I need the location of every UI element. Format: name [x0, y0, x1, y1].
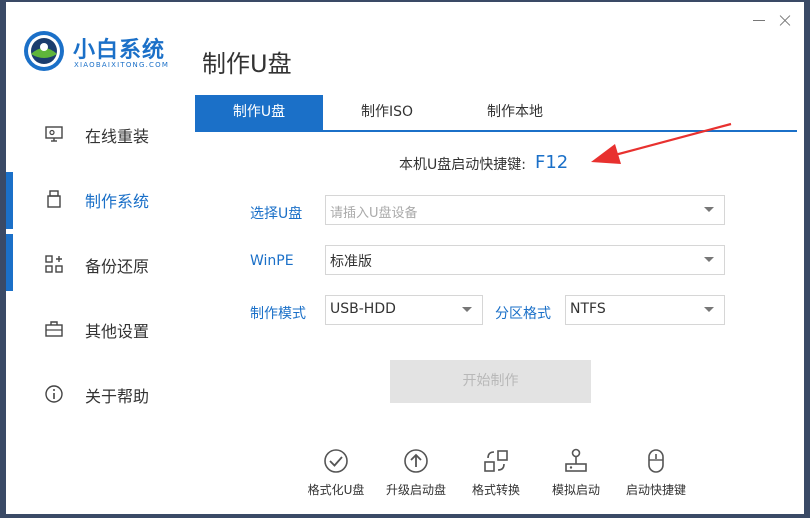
toolbox-icon	[45, 321, 63, 337]
partition-select[interactable]: NTFS	[565, 295, 725, 325]
sidebar-item-about-help[interactable]: 关于帮助	[6, 362, 186, 427]
winpe-select[interactable]: 标准版	[325, 245, 725, 275]
partition-label: 分区格式	[495, 306, 551, 322]
page-title: 制作U盘	[202, 50, 292, 78]
start-make-button[interactable]: 开始制作	[390, 360, 591, 403]
sidebar-item-label: 备份还原	[85, 257, 150, 276]
mouse-icon	[648, 449, 664, 473]
logo-title: 小白系统	[73, 38, 166, 63]
boot-hotkey-button[interactable]: 启动快捷键	[616, 447, 696, 498]
mode-select[interactable]: USB-HDD	[325, 295, 483, 325]
usb-select-label: 选择U盘	[250, 206, 303, 222]
sidebar-item-other-settings[interactable]: 其他设置	[6, 297, 186, 362]
simulate-boot-button[interactable]: 模拟启动	[536, 447, 616, 498]
chevron-down-icon	[704, 257, 714, 262]
tool-label: 格式化U盘	[307, 483, 365, 497]
tool-label: 模拟启动	[551, 483, 600, 497]
minimize-button[interactable]	[748, 10, 770, 30]
usb-drive-icon	[47, 190, 61, 208]
sidebar-item-label: 在线重装	[85, 127, 150, 146]
usb-device-placeholder: 请插入U盘设备	[330, 206, 418, 221]
tool-label: 启动快捷键	[625, 483, 686, 497]
tool-bar: 格式化U盘 升级启动盘 格式转换 模拟启动 启动快捷键	[296, 447, 716, 507]
hotkey-value: F12	[535, 152, 569, 173]
mode-value: USB-HDD	[330, 301, 396, 317]
backup-grid-icon	[45, 255, 63, 273]
sidebar-item-make-system[interactable]: 制作系统	[6, 167, 186, 232]
upgrade-boot-disk-button[interactable]: 升级启动盘	[376, 447, 456, 498]
sidebar-item-online-reinstall[interactable]: 在线重装	[6, 102, 186, 167]
info-icon	[45, 385, 63, 403]
tab-make-local[interactable]: 制作本地	[451, 95, 579, 130]
partition-value: NTFS	[570, 301, 606, 317]
logo-icon	[24, 31, 64, 71]
app-window: 小白系统 XIAOBAIXITONG.COM 制作U盘 在线重装 制作系统 备份…	[6, 2, 804, 514]
mode-label: 制作模式	[250, 306, 306, 322]
logo-subtitle: XIAOBAIXITONG.COM	[74, 61, 170, 69]
chevron-down-icon	[704, 307, 714, 312]
tool-label: 升级启动盘	[385, 483, 446, 497]
monitor-icon	[45, 126, 63, 142]
sidebar-item-backup-restore[interactable]: 备份还原	[6, 232, 186, 297]
chevron-down-icon	[704, 207, 714, 212]
winpe-label: WinPE	[250, 253, 294, 269]
check-circle-icon	[324, 449, 348, 473]
sidebar-item-label: 关于帮助	[85, 387, 150, 406]
convert-arrows-icon	[484, 450, 508, 472]
tab-make-usb[interactable]: 制作U盘	[195, 95, 323, 130]
tab-make-iso[interactable]: 制作ISO	[323, 95, 451, 130]
close-button[interactable]	[774, 10, 796, 30]
winpe-value: 标准版	[330, 254, 372, 270]
annotation-arrow-icon	[591, 122, 732, 164]
format-convert-button[interactable]: 格式转换	[456, 447, 536, 498]
upgrade-arrow-icon	[404, 449, 428, 473]
chevron-down-icon	[462, 307, 472, 312]
sidebar: 在线重装 制作系统 备份还原 其他设置 关于帮助	[6, 102, 186, 427]
tool-label: 格式转换	[471, 483, 520, 497]
logo: 小白系统 XIAOBAIXITONG.COM	[23, 28, 183, 76]
hotkey-label: 本机U盘启动快捷键:	[399, 157, 526, 173]
sidebar-item-label: 其他设置	[85, 322, 150, 341]
format-usb-button[interactable]: 格式化U盘	[296, 447, 376, 498]
usb-device-select[interactable]: 请插入U盘设备	[325, 195, 725, 225]
joystick-icon	[565, 448, 587, 472]
sidebar-item-label: 制作系统	[85, 192, 150, 211]
